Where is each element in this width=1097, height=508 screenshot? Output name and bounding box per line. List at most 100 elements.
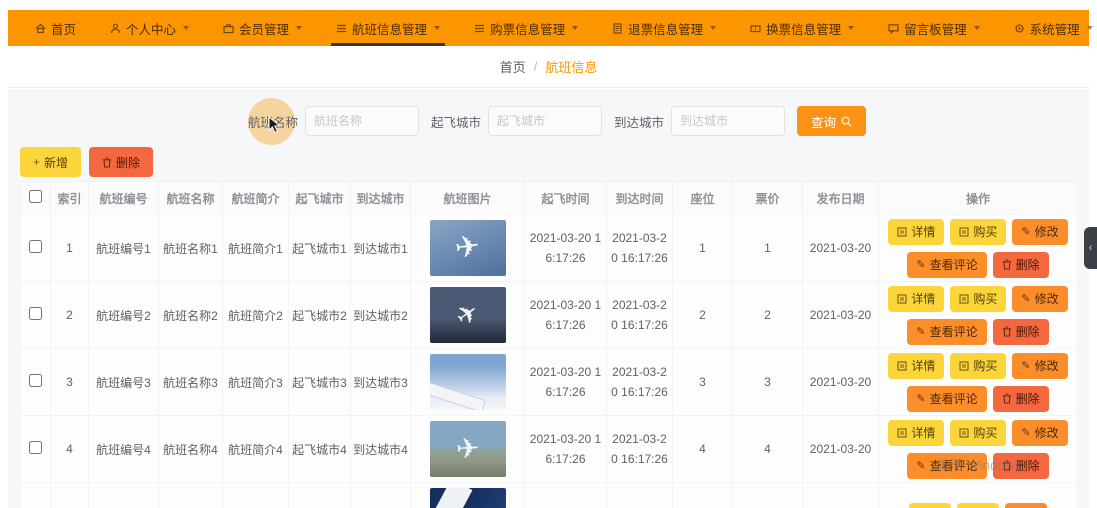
- buy-button[interactable]: 购买: [950, 218, 1007, 245]
- cell-flight-name: 航班名称3: [158, 348, 223, 416]
- row-delete-button[interactable]: 删除: [992, 452, 1049, 479]
- cell-flight-intro: 航班简介4: [222, 415, 289, 483]
- trash-icon: [1002, 326, 1012, 337]
- cell-arrival-time: 2021-03-20 16:17:26: [606, 415, 673, 483]
- edit-button[interactable]: ✎ 修改: [1012, 285, 1068, 312]
- row-checkbox[interactable]: [29, 307, 42, 320]
- view-comments-button[interactable]: ✎ 查看评论: [907, 318, 987, 345]
- buy-button[interactable]: 购买: [950, 419, 1007, 446]
- view-comments-button[interactable]: ✎ 查看评论: [907, 452, 987, 479]
- view-comments-button-label: 查看评论: [929, 459, 978, 473]
- buy-button-label: 购买: [973, 292, 998, 306]
- doc-icon: [959, 226, 969, 237]
- row-checkbox[interactable]: [29, 240, 42, 253]
- flight-name-input[interactable]: [305, 106, 420, 136]
- add-button[interactable]: + 新增: [20, 147, 82, 177]
- app-window: 首页 个人中心 会员管理 航班信息管理 购票信息管理 退票信息管理 换票信息管理…: [8, 10, 1093, 508]
- row-checkbox[interactable]: [29, 441, 42, 454]
- cell-flight-code: 航班编号3: [88, 348, 159, 416]
- flight-image: [429, 488, 506, 508]
- buy-button-label: 购买: [973, 225, 998, 239]
- col-header-flight-code: 航班编号: [88, 181, 159, 215]
- cell-price: 2: [732, 281, 803, 349]
- airplane-tail: [431, 488, 472, 508]
- cell-arrival-city: 到达城市2: [350, 281, 411, 349]
- chevron-down-icon: [710, 26, 717, 30]
- cell-publish-date: 2021-03-20: [802, 348, 879, 416]
- plus-icon: +: [33, 155, 41, 169]
- message-icon: [888, 23, 899, 34]
- pencil-icon: ✎: [1021, 426, 1031, 439]
- view-comments-button[interactable]: ✎ 查看评论: [907, 251, 987, 278]
- trash-icon: [1002, 393, 1012, 404]
- col-header-publish-date: 发布日期: [802, 181, 879, 215]
- nav-item-purchase-info-mgmt[interactable]: 购票信息管理: [457, 10, 595, 46]
- detail-button[interactable]: 详情: [888, 419, 945, 446]
- file-icon: [612, 22, 623, 34]
- row-actions: 详情 购买 ✎ 修改 ✎ 查看评论 删除: [881, 285, 1075, 345]
- edit-button[interactable]: ✎ 修改: [1012, 218, 1068, 245]
- row-actions: 详情 购买 ✎ 修改 ✎ 查看评论 删除: [881, 218, 1075, 278]
- flight-image: [429, 354, 506, 410]
- cell-index: 4: [50, 415, 89, 483]
- delete-button[interactable]: 删除: [89, 147, 154, 177]
- doc-icon: [959, 360, 969, 371]
- trash-icon: [102, 156, 112, 168]
- col-header-departure-time: 起飞时间: [524, 181, 607, 215]
- main-content: 航班名称 起飞城市 到达城市 查询 + 新增: [8, 89, 1089, 508]
- view-comments-button[interactable]: ✎ 查看评论: [907, 385, 987, 412]
- list-icon: [336, 23, 347, 34]
- header-checkbox-cell: [20, 181, 51, 215]
- buy-button[interactable]: 购买: [956, 503, 999, 508]
- col-header-flight-image: 航班图片: [410, 181, 525, 215]
- nav-item-label: 换票信息管理: [766, 22, 842, 37]
- nav-item-member-mgmt[interactable]: 会员管理: [206, 10, 319, 46]
- cell-departure-city: 起飞城市3: [288, 348, 351, 416]
- nav-item-label: 首页: [51, 22, 77, 37]
- detail-button-label: 详情: [911, 426, 936, 440]
- query-button[interactable]: 查询: [797, 106, 867, 136]
- buy-button[interactable]: 购买: [950, 352, 1007, 379]
- nav-item-refund-info-mgmt[interactable]: 退票信息管理: [595, 10, 733, 46]
- cell-flight-code: 航班编号2: [88, 281, 159, 349]
- row-checkbox[interactable]: [29, 374, 42, 387]
- edit-button[interactable]: ✎ 修改: [1012, 352, 1068, 379]
- nav-item-message-board-mgmt[interactable]: 留言板管理: [871, 10, 997, 46]
- airplane-icon: ✈: [454, 431, 481, 466]
- cell-flight-name: 航班名称2: [158, 281, 223, 349]
- edit-button[interactable]: ✎ 修改: [1012, 419, 1068, 446]
- row-delete-button[interactable]: 删除: [992, 318, 1049, 345]
- ticket-icon: [750, 23, 761, 34]
- search-field-departure-city: 起飞城市: [431, 106, 603, 136]
- search-form: 航班名称 起飞城市 到达城市 查询: [248, 106, 867, 136]
- nav-item-flight-info-mgmt[interactable]: 航班信息管理: [319, 10, 457, 46]
- collapse-panel-handle[interactable]: ‹: [1084, 227, 1097, 269]
- detail-button[interactable]: 详情: [888, 285, 945, 312]
- departure-city-input[interactable]: [488, 106, 603, 136]
- breadcrumb-home-link[interactable]: 首页: [500, 57, 526, 76]
- nav-item-home[interactable]: 首页: [18, 10, 93, 46]
- search-field-arrival-city: 到达城市: [614, 106, 786, 136]
- nav-item-system-mgmt[interactable]: 系统管理: [997, 10, 1097, 46]
- arrival-city-input[interactable]: [671, 106, 786, 136]
- select-all-checkbox[interactable]: [29, 190, 42, 203]
- detail-button[interactable]: 详情: [888, 352, 945, 379]
- pencil-icon: ✎: [916, 459, 926, 472]
- detail-button[interactable]: 详情: [908, 503, 951, 508]
- cell-flight-intro: 航班简介3: [222, 348, 289, 416]
- cell-flight-name: 航班名称1: [158, 214, 223, 282]
- cell-arrival-time: 2021-03-20 16:17:26: [606, 281, 673, 349]
- row-delete-button[interactable]: 删除: [992, 385, 1049, 412]
- cell-publish-date: 2021-03-20: [802, 214, 879, 282]
- buy-button[interactable]: 购买: [950, 285, 1007, 312]
- nav-item-personal-center[interactable]: 个人中心: [93, 10, 206, 46]
- detail-button[interactable]: 详情: [888, 218, 945, 245]
- nav-item-exchange-info-mgmt[interactable]: 换票信息管理: [733, 10, 871, 46]
- col-header-flight-name: 航班名称: [158, 181, 223, 215]
- search-icon: [841, 116, 852, 127]
- row-delete-button-label: 删除: [1015, 392, 1040, 406]
- doc-icon: [959, 293, 969, 304]
- detail-button-label: 详情: [911, 292, 936, 306]
- edit-button[interactable]: 修改: [1005, 503, 1048, 508]
- row-delete-button[interactable]: 删除: [992, 251, 1049, 278]
